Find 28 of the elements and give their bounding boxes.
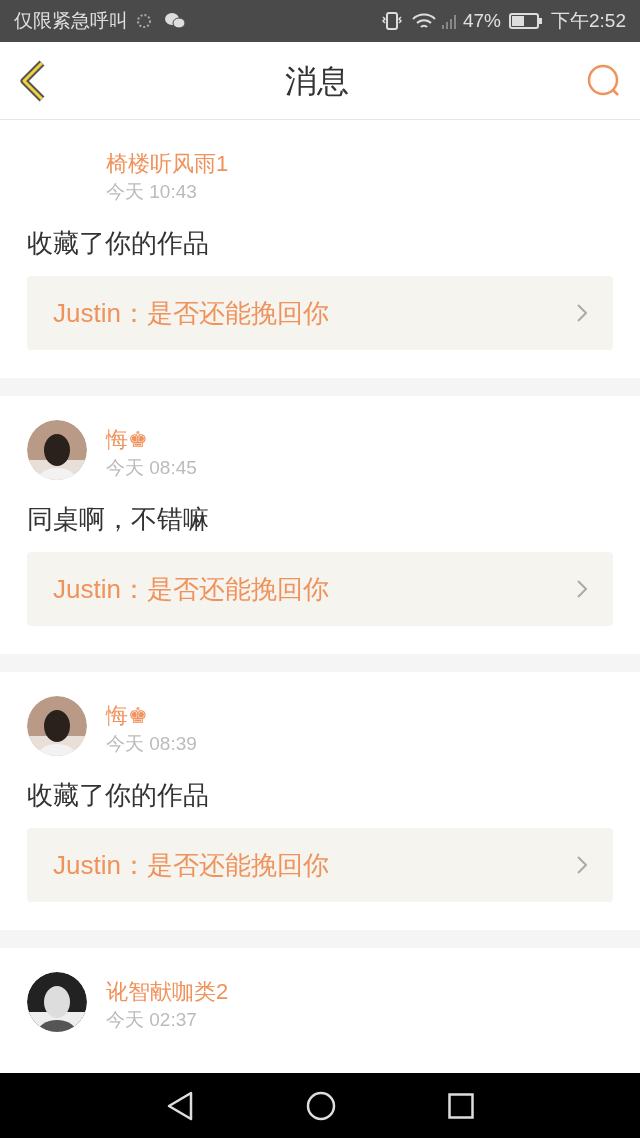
message-text: 收藏了你的作品	[27, 779, 210, 812]
page-title: 消息	[285, 61, 349, 101]
message-time: 今天 08:39	[106, 732, 197, 756]
message-time: 今天 02:37	[106, 1008, 198, 1032]
chevron-icon	[577, 304, 587, 322]
home-nav-icon[interactable]	[306, 1090, 336, 1121]
quoted-work[interactable]: Justin：是否还能挽回你	[27, 828, 613, 902]
status-text: 仅限紧急呼叫	[14, 8, 128, 33]
battery-icon	[509, 12, 543, 30]
message-time: 今天 10:43	[106, 180, 198, 204]
vibrate-icon	[381, 11, 403, 31]
battery-percent: 47%	[463, 8, 501, 33]
user-name[interactable]: 椅楼听风雨1	[106, 150, 229, 178]
user-name[interactable]: 悔♚	[106, 702, 197, 730]
chat-icon	[164, 12, 186, 30]
recents-nav-icon[interactable]	[448, 1092, 474, 1119]
user-name[interactable]: 讹智献咖类2	[106, 978, 229, 1006]
chevron-icon	[577, 856, 587, 874]
message-text: 收藏了你的作品	[27, 227, 210, 260]
user-name[interactable]: 悔♚	[106, 426, 197, 454]
message-text: 同桌啊，不错嘛	[27, 503, 210, 536]
notification-icon	[136, 13, 152, 29]
clock-time: 下午2:52	[551, 8, 626, 33]
quoted-work[interactable]: Justin：是否还能挽回你	[27, 276, 613, 350]
chevron-icon	[577, 580, 587, 598]
back-nav-icon[interactable]	[166, 1090, 194, 1121]
message-time: 今天 08:45	[106, 456, 197, 480]
quoted-work[interactable]: Justin：是否还能挽回你	[27, 552, 613, 626]
